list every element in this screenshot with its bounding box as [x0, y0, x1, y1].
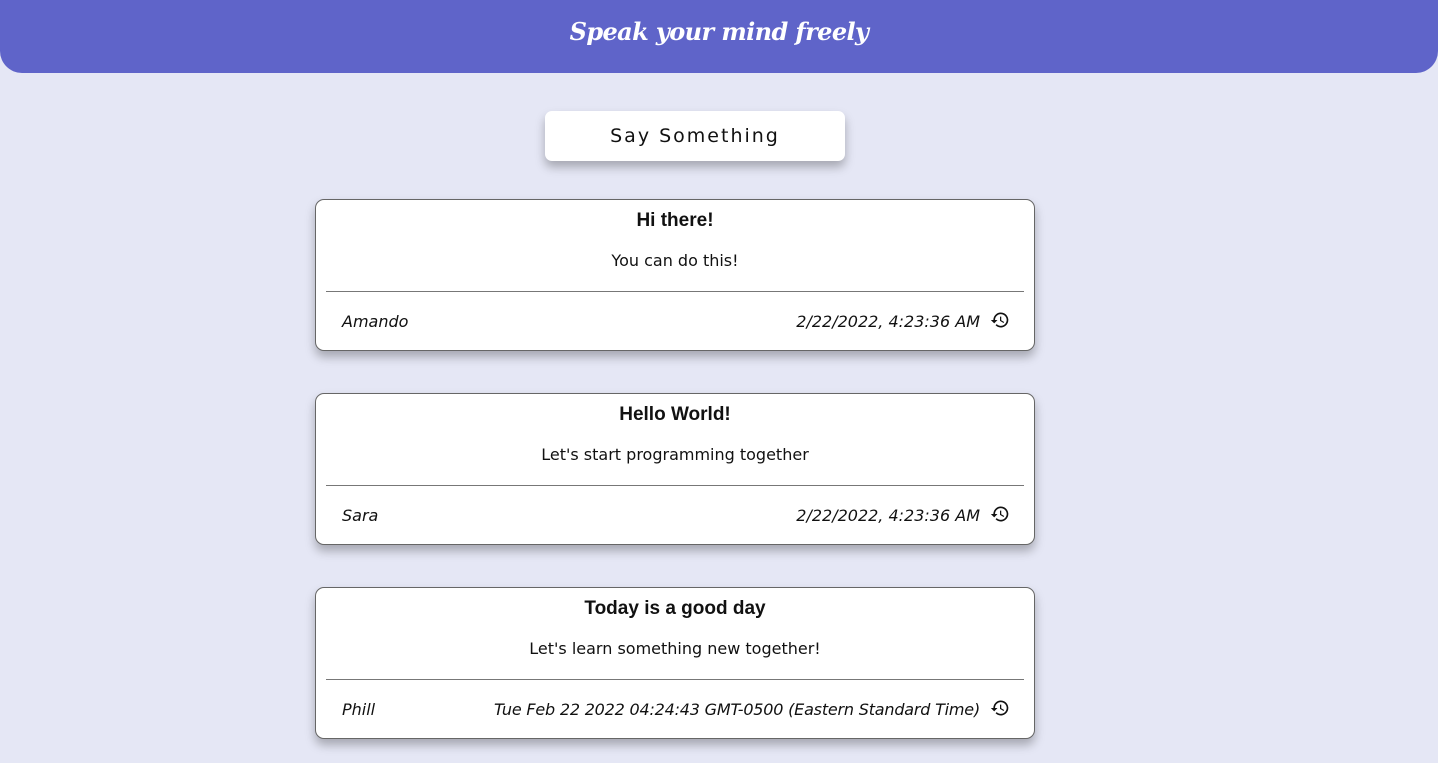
post-date: 2/22/2022, 4:23:36 AM [796, 312, 980, 331]
post-divider [326, 291, 1024, 292]
history-icon[interactable] [990, 698, 1010, 718]
post-title: Hi there! [636, 210, 714, 231]
app-header: Speak your mind freely [0, 0, 1438, 73]
post-author: Phill [342, 700, 376, 719]
post-card: Today is a good day Let's learn somethin… [315, 587, 1035, 739]
post-body: You can do this! [611, 251, 739, 270]
post-title: Hello World! [619, 404, 731, 425]
app-tagline: Speak your mind freely [569, 17, 869, 46]
post-author: Sara [342, 506, 379, 525]
post-card: Hi there! You can do this! Amando 2/22/2… [315, 199, 1035, 351]
post-card: Hello World! Let's start programming tog… [315, 393, 1035, 545]
post-title: Today is a good day [584, 598, 766, 619]
app-title-clipped [500, 0, 740, 2]
post-date: Tue Feb 22 2022 04:24:43 GMT-0500 (Easte… [493, 700, 980, 719]
post-body: Let's start programming together [541, 445, 809, 464]
history-icon[interactable] [990, 504, 1010, 524]
post-author: Amando [342, 312, 409, 331]
say-something-button[interactable]: Say Something [545, 111, 845, 161]
post-divider [326, 485, 1024, 486]
post-body: Let's learn something new together! [529, 639, 821, 658]
post-date: 2/22/2022, 4:23:36 AM [796, 506, 980, 525]
post-divider [326, 679, 1024, 680]
history-icon[interactable] [990, 310, 1010, 330]
